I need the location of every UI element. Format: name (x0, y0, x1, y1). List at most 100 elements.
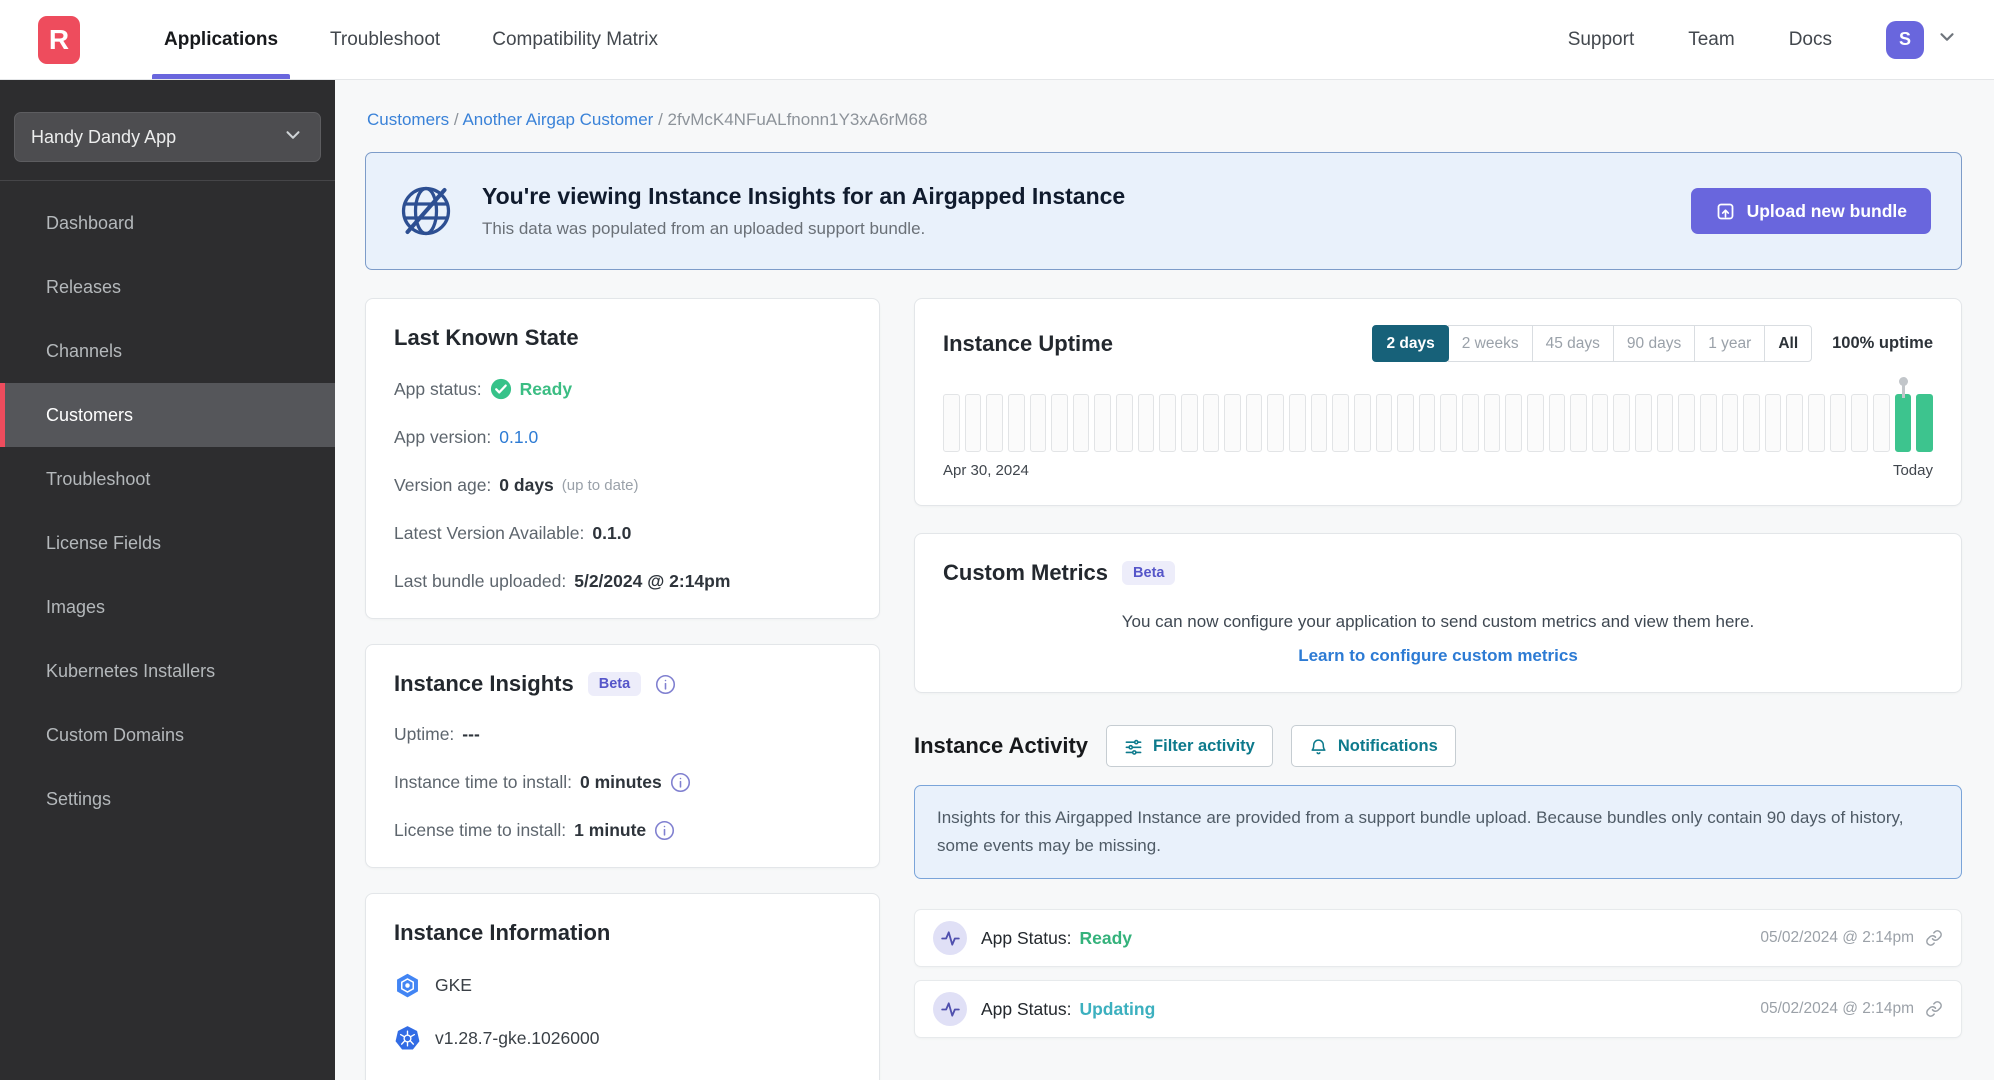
airgap-banner: You're viewing Instance Insights for an … (365, 152, 1962, 270)
uptime-bar (1267, 394, 1284, 452)
beta-badge: Beta (1122, 561, 1176, 585)
link-icon[interactable] (1925, 929, 1943, 947)
sidebar-item-customers[interactable]: Customers (0, 383, 335, 447)
upload-icon (1717, 203, 1733, 219)
chevron-down-icon (1936, 26, 1958, 53)
sidebar-item-releases[interactable]: Releases (0, 255, 335, 319)
instance-insights-card: Instance Insights Beta Uptime: --- Insta… (365, 644, 880, 868)
uptime-bar (1743, 394, 1760, 452)
uptime-bar (1894, 394, 1912, 452)
license-time-value: 1 minute (574, 820, 647, 840)
card-title: Last Known State (394, 325, 579, 350)
link-team[interactable]: Team (1688, 29, 1734, 51)
activity-events: App Status: Ready 05/02/2024 @ 2:14pm Ap… (914, 909, 1962, 1039)
sidebar-divider (0, 180, 335, 181)
distribution-value: GKE (435, 975, 472, 995)
link-docs[interactable]: Docs (1789, 29, 1832, 51)
event-label: App Status: (981, 927, 1072, 948)
event-value: Updating (1079, 998, 1156, 1019)
link-support[interactable]: Support (1568, 29, 1635, 51)
beta-badge: Beta (587, 672, 642, 696)
kubernetes-icon (395, 1026, 420, 1050)
info-icon[interactable] (655, 674, 676, 695)
sidebar-item-images[interactable]: Images (0, 575, 335, 639)
uptime-bar (1310, 394, 1328, 452)
version-age-value: 0 days (499, 475, 554, 495)
breadcrumb-instance-id: 2fvMcK4NFuALfnonn1Y3xA6rM68 (667, 110, 928, 129)
activity-event-row[interactable]: App Status: Updating 05/02/2024 @ 2:14pm (914, 980, 1962, 1039)
uptime-bar (986, 394, 1003, 452)
uptime-bar (1007, 394, 1025, 452)
uptime-bar (1591, 394, 1609, 452)
range-45-days[interactable]: 45 days (1531, 325, 1614, 362)
instance-activity-title: Instance Activity (914, 733, 1089, 758)
airgap-history-notice: Insights for this Airgapped Instance are… (914, 785, 1962, 880)
sidebar-item-settings[interactable]: Settings (0, 767, 335, 831)
sidebar-item-kubernetes-installers[interactable]: Kubernetes Installers (0, 639, 335, 703)
link-icon[interactable] (1925, 1000, 1943, 1018)
card-title: Instance Uptime (943, 330, 1113, 356)
uptime-bar (1548, 394, 1566, 452)
tab-troubleshoot[interactable]: Troubleshoot (304, 0, 466, 79)
app-version-link[interactable]: 0.1.0 (499, 427, 538, 448)
uptime-bar (1094, 394, 1111, 452)
app-selector[interactable]: Handy Dandy App (14, 112, 321, 162)
sidebar-item-license-fields[interactable]: License Fields (0, 511, 335, 575)
last-known-state-card: Last Known State App status: Ready App v… (365, 298, 880, 619)
uptime-bar (1656, 394, 1674, 452)
uptime-bar (1202, 394, 1220, 452)
breadcrumb-customer-name[interactable]: Another Airgap Customer (462, 110, 653, 129)
app-version-label: App version: (394, 427, 492, 447)
uptime-range-selector: 2 days 2 weeks 45 days 90 days 1 year Al… (1372, 325, 1813, 362)
range-2-weeks[interactable]: 2 weeks (1447, 325, 1533, 362)
avatar[interactable]: S (1886, 20, 1924, 59)
sidebar-item-custom-domains[interactable]: Custom Domains (0, 703, 335, 767)
uptime-bar (1180, 394, 1198, 452)
sidebar-item-channels[interactable]: Channels (0, 319, 335, 383)
sidebar-nav: Dashboard Releases Channels Customers Tr… (0, 191, 335, 831)
uptime-bar (1678, 394, 1695, 452)
activity-event-row[interactable]: App Status: Ready 05/02/2024 @ 2:14pm (914, 909, 1962, 968)
filter-activity-button[interactable]: Filter activity (1106, 725, 1273, 767)
notifications-button[interactable]: Notifications (1290, 725, 1456, 767)
upload-new-bundle-button[interactable]: Upload new bundle (1690, 188, 1931, 234)
pulse-icon (933, 992, 967, 1027)
chevron-down-icon (282, 124, 304, 151)
event-timestamp: 05/02/2024 @ 2:14pm (1760, 929, 1914, 947)
uptime-bar (1829, 394, 1847, 452)
license-time-label: License time to install: (394, 820, 567, 840)
uptime-label: Uptime: (394, 724, 455, 744)
uptime-bar (1808, 394, 1825, 452)
uptime-bar (1613, 394, 1630, 452)
sidebar-item-dashboard[interactable]: Dashboard (0, 191, 335, 255)
info-icon[interactable] (670, 772, 691, 793)
account-menu[interactable]: S (1886, 20, 1958, 59)
uptime-start-label: Apr 30, 2024 (943, 462, 1029, 479)
event-value: Ready (1079, 927, 1133, 948)
breadcrumb-separator: / (453, 110, 459, 129)
uptime-bar (1916, 394, 1933, 452)
uptime-bar (1397, 394, 1414, 452)
breadcrumb-customers[interactable]: Customers (367, 110, 449, 129)
range-1-year[interactable]: 1 year (1694, 325, 1766, 362)
top-header: R Applications Troubleshoot Compatibilit… (0, 0, 1994, 80)
uptime-bar (1418, 394, 1436, 452)
uptime-bar (1245, 394, 1263, 452)
uptime-bar (1332, 394, 1349, 452)
instance-time-label: Instance time to install: (394, 772, 572, 792)
configure-custom-metrics-link[interactable]: Learn to configure custom metrics (943, 646, 1933, 666)
uptime-bar (1072, 394, 1090, 452)
latest-version-value: 0.1.0 (592, 523, 632, 543)
k8s-version-value: v1.28.7-gke.1026000 (435, 1028, 600, 1048)
card-title: Custom Metrics (943, 560, 1109, 585)
tab-applications[interactable]: Applications (138, 0, 304, 79)
range-2-days[interactable]: 2 days (1372, 325, 1449, 362)
tab-compatibility-matrix[interactable]: Compatibility Matrix (466, 0, 684, 79)
uptime-bar (1635, 394, 1652, 452)
range-90-days[interactable]: 90 days (1612, 325, 1696, 362)
info-icon[interactable] (654, 820, 675, 841)
range-all[interactable]: All (1764, 325, 1813, 362)
replicated-logo[interactable]: R (38, 15, 80, 64)
uptime-bar (1137, 394, 1155, 452)
sidebar-item-troubleshoot[interactable]: Troubleshoot (0, 447, 335, 511)
